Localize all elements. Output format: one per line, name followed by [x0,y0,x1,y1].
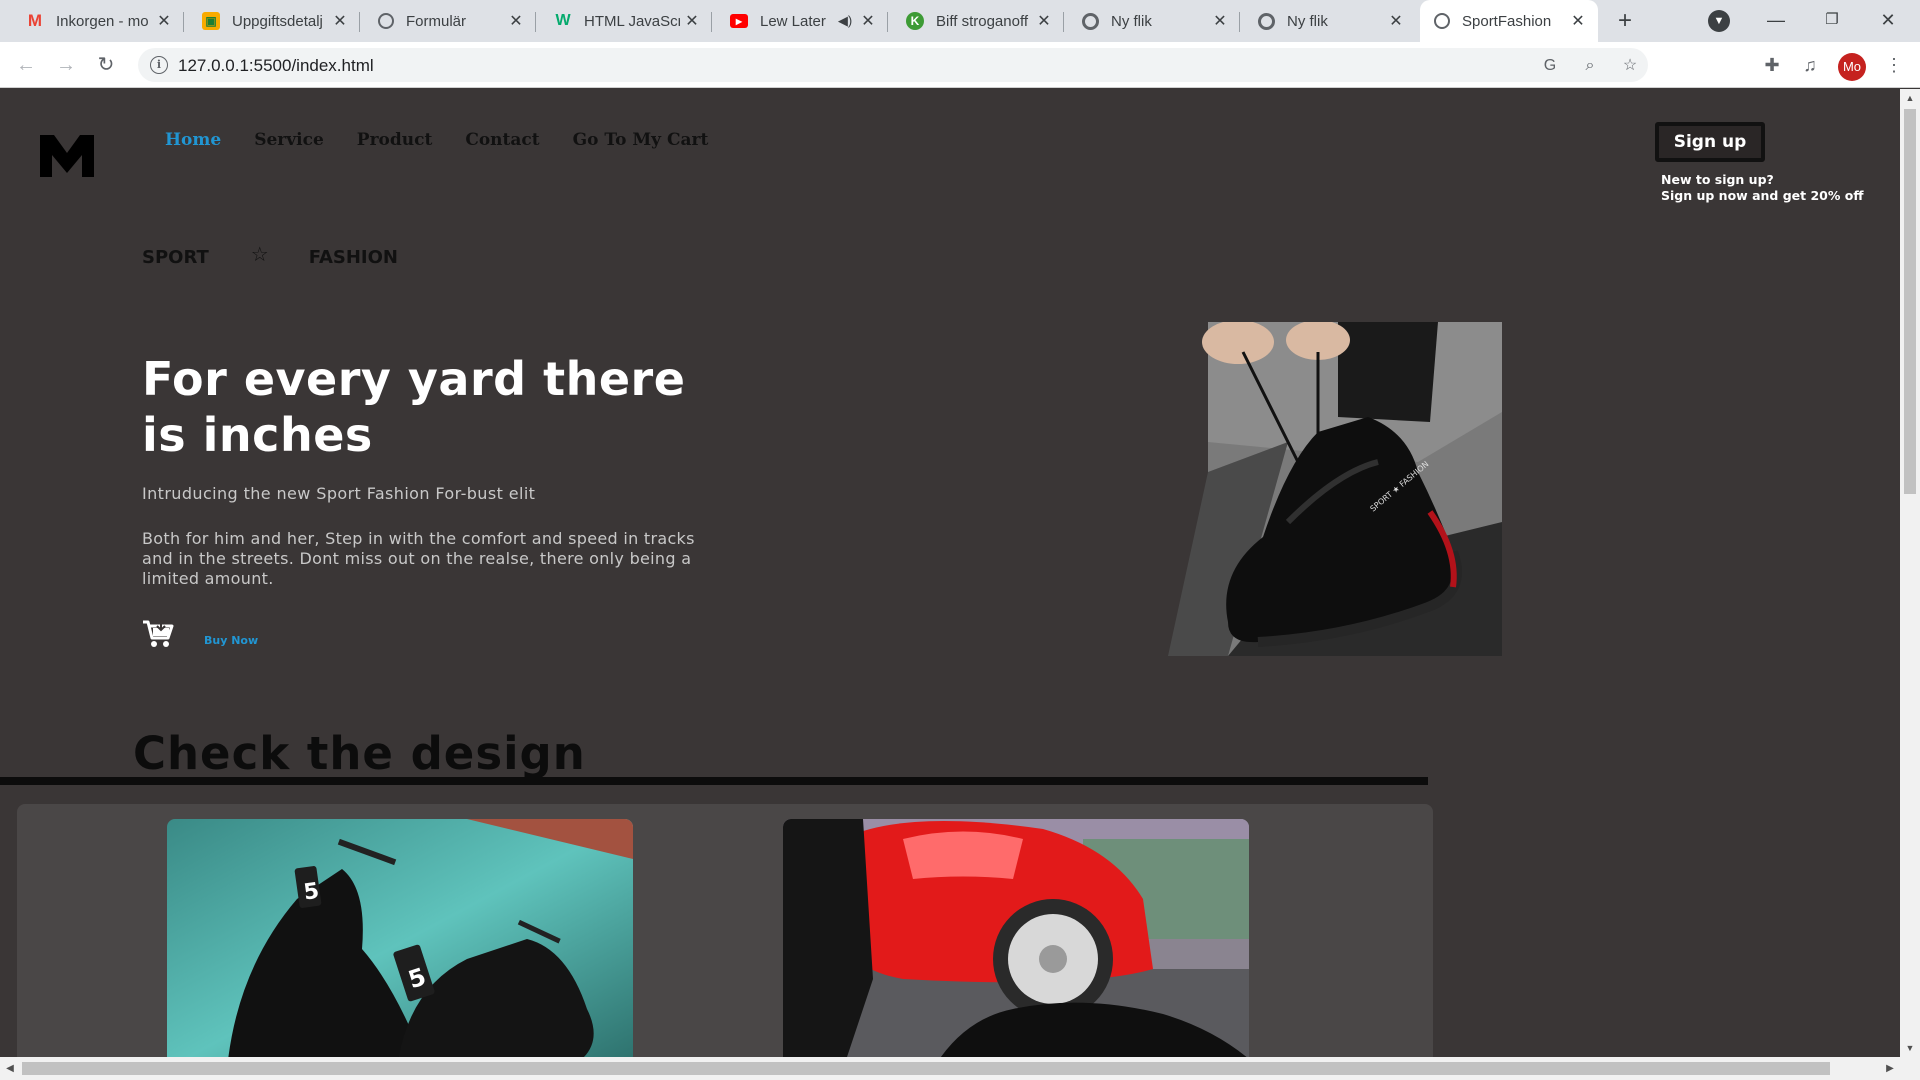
close-tab-icon[interactable]: ✕ [1032,11,1056,31]
scroll-left-arrow-icon[interactable]: ◀ [0,1057,20,1080]
section-title: Check the design [133,727,586,780]
brand-fashion: FASHION [308,247,398,268]
horizontal-scrollbar[interactable]: ◀ ▶ [0,1057,1920,1080]
minimize-button[interactable]: — [1748,0,1804,42]
tab-search-icon[interactable]: ▼ [1708,10,1730,32]
forward-button[interactable]: → [52,51,80,79]
nav-service[interactable]: Service [254,130,324,150]
avatar[interactable]: Mo [1838,53,1866,81]
brand-sport: SPORT [142,247,209,268]
close-tab-icon[interactable]: ✕ [328,11,352,31]
nav-go-to-my-cart[interactable]: Go To My Cart [573,130,709,150]
tab-sportfashion[interactable]: SportFashion ✕ [1420,0,1598,42]
restore-button[interactable]: ❐ [1804,0,1860,42]
zoom-icon[interactable]: ⌕ [1580,56,1600,76]
promo-line-2: Sign up now and get 20% off [1661,188,1864,203]
brand-tagline: SPORT ☆ FASHION [142,242,398,269]
close-tab-icon[interactable]: ✕ [1384,11,1408,31]
extensions-icon[interactable]: ✚ [1760,53,1784,77]
close-tab-icon[interactable]: ✕ [1566,11,1590,31]
promo-line-1: New to sign up? [1661,172,1774,187]
design-gallery: 5 5 [17,804,1433,1057]
gallery-image-2[interactable] [783,819,1249,1057]
youtube-icon: ▶ [730,14,748,28]
globe-icon [1434,13,1450,29]
cart-icon[interactable] [142,619,174,649]
globe-icon [378,13,394,29]
close-tab-icon[interactable]: ✕ [504,11,528,31]
back-button[interactable]: ← [12,51,40,79]
buy-now-link[interactable]: Buy Now [204,634,258,647]
gmail-icon: M [27,11,43,30]
scroll-down-arrow-icon[interactable]: ▼ [1900,1039,1920,1057]
w3schools-icon: W [555,12,571,29]
horizontal-scroll-thumb[interactable] [22,1062,1830,1075]
address-bar[interactable]: i 127.0.0.1:5500/index.html G ⌕ ☆ [138,48,1648,82]
translate-icon[interactable]: G [1540,56,1560,76]
media-control-icon[interactable]: ♫ [1798,53,1822,77]
gallery-image-1[interactable]: 5 5 [167,819,633,1057]
menu-icon[interactable]: ⋮ [1882,53,1906,77]
nav-contact[interactable]: Contact [465,130,539,150]
close-tab-icon[interactable]: ✕ [152,11,176,31]
new-tab-button[interactable]: + [1610,6,1640,36]
site-info-icon[interactable]: i [150,56,168,74]
tab-uppgiftsdetalj[interactable]: ▣ Uppgiftsdetalj ✕ [188,0,360,42]
bookmark-star-icon[interactable]: ☆ [1620,56,1640,76]
tab-inkorgen[interactable]: M Inkorgen - mo ✕ [12,0,184,42]
reload-button[interactable]: ↻ [92,51,120,79]
nav-product[interactable]: Product [357,130,433,150]
scroll-up-arrow-icon[interactable]: ▲ [1900,89,1920,107]
tab-ny-flik-2[interactable]: Ny flik ✕ [1244,0,1416,42]
sign-up-button[interactable]: Sign up [1655,122,1765,162]
chrome-icon [1258,12,1275,30]
url-text: 127.0.0.1:5500/index.html [178,56,374,75]
close-tab-icon[interactable]: ✕ [856,11,880,31]
hero-title: For every yard there is inches [142,352,686,462]
hero-subtitle: Intruducing the new Sport Fashion For-bu… [142,484,536,503]
scroll-right-arrow-icon[interactable]: ▶ [1880,1057,1900,1080]
nav-home[interactable]: Home [165,130,221,150]
recipe-icon: K [906,12,924,30]
signup-promo: New to sign up? Sign up now and get 20% … [1661,172,1863,204]
browser-toolbar: ← → ↻ i 127.0.0.1:5500/index.html G ⌕ ☆ … [0,42,1920,88]
tab-ny-flik-1[interactable]: Ny flik ✕ [1068,0,1240,42]
section-divider [0,777,1428,785]
main-nav: Home Service Product Contact Go To My Ca… [165,130,708,150]
vertical-scrollbar[interactable]: ▲ ▼ [1900,89,1920,1057]
tab-strip: M Inkorgen - mo ✕ ▣ Uppgiftsdetalj ✕ For… [0,0,1920,42]
classroom-icon: ▣ [202,12,220,30]
tab-formular[interactable]: Formulär ✕ [364,0,536,42]
close-tab-icon[interactable]: ✕ [1208,11,1232,31]
page-viewport: Home Service Product Contact Go To My Ca… [0,89,1900,1057]
chrome-icon [1082,12,1099,30]
close-window-button[interactable]: ✕ [1860,0,1916,42]
hero-shoe-image: SPORT ★ FASHION [1168,322,1502,656]
tab-lew-later[interactable]: ▶ Lew Later ◀) ✕ [716,0,888,42]
logo-icon [40,135,94,177]
vertical-scroll-thumb[interactable] [1904,109,1916,494]
tab-html-javascript[interactable]: W HTML JavaScri ✕ [540,0,712,42]
speaker-icon[interactable]: ◀) [836,13,854,29]
close-tab-icon[interactable]: ✕ [680,11,704,31]
hero-description: Both for him and her, Step in with the c… [142,529,695,588]
star-icon: ☆ [250,241,269,266]
tab-biff-stroganoff[interactable]: K Biff stroganoff ✕ [892,0,1064,42]
